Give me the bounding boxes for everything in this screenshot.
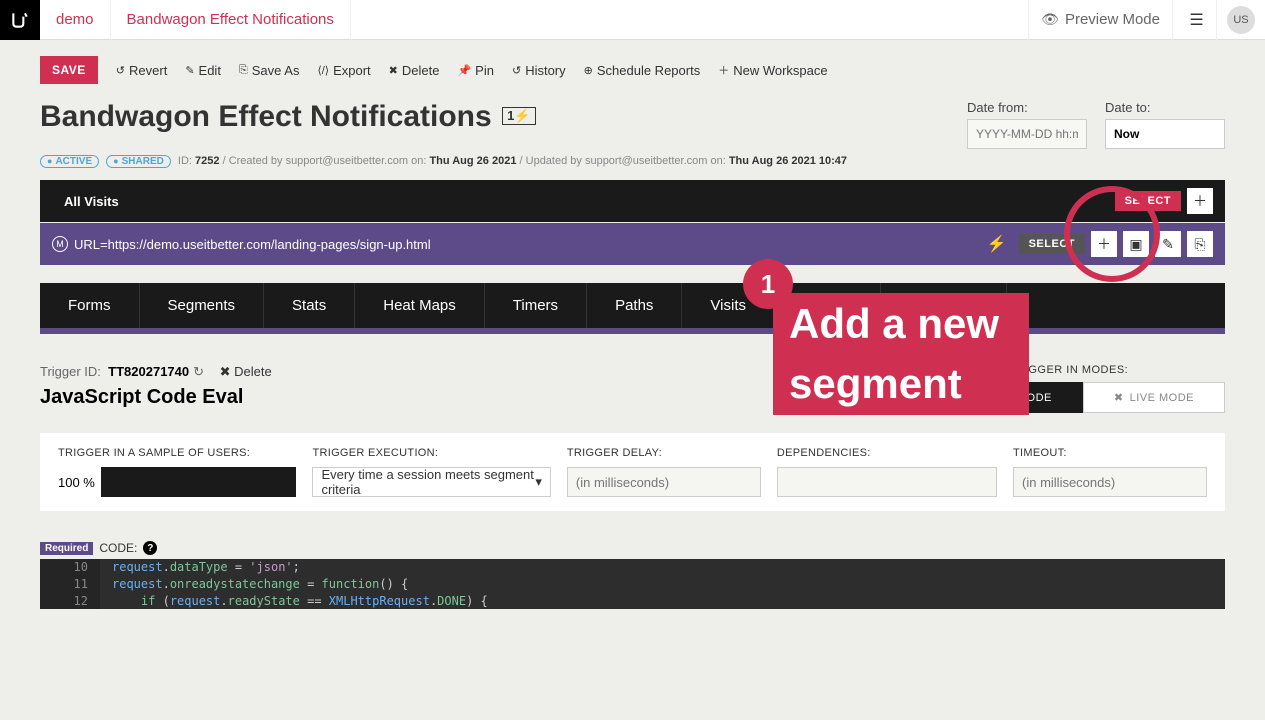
export-icon: ⟨/⟩: [317, 64, 329, 77]
trigger-title: JavaScript Code Eval: [40, 386, 272, 409]
revert-button[interactable]: ↺Revert: [116, 63, 168, 78]
plus-icon: ＋: [1193, 191, 1207, 211]
date-from-input[interactable]: [967, 119, 1087, 149]
revert-icon: ↺: [116, 64, 125, 77]
tab-timers[interactable]: Timers: [485, 283, 587, 328]
breadcrumb: demo Bandwagon Effect Notifications: [40, 0, 351, 40]
shared-badge: SHARED: [106, 155, 171, 168]
live-mode-button[interactable]: ✖LIVE MODE: [1083, 382, 1225, 413]
logo[interactable]: [0, 0, 40, 40]
schedule-button[interactable]: ⊕Schedule Reports: [584, 63, 701, 78]
tab-forms[interactable]: Forms: [40, 283, 140, 328]
date-from-label: Date from:: [967, 100, 1087, 115]
meta-row: ACTIVE SHARED ID: 7252 / Created by supp…: [0, 153, 1265, 180]
avatar[interactable]: US: [1227, 6, 1255, 34]
delete-icon: ✖: [389, 64, 398, 77]
title-badge: 1⚡: [502, 107, 535, 125]
funnel-button[interactable]: ▣: [1123, 231, 1149, 257]
code-editor[interactable]: 10request.dataType = 'json'; 11request.o…: [40, 559, 1225, 609]
close-icon: ✖: [220, 364, 231, 379]
preview-mode-indicator[interactable]: Preview Mode: [1028, 0, 1173, 40]
plus-icon: ＋: [718, 62, 729, 78]
tab-stats[interactable]: Stats: [264, 283, 355, 328]
copy-segment-button[interactable]: ⎘: [1187, 231, 1213, 257]
export-button[interactable]: ⟨/⟩Export: [317, 63, 370, 78]
segment-url: MURL=https://demo.useitbetter.com/landin…: [40, 223, 1225, 265]
edit-icon: ✎: [185, 64, 194, 77]
pin-icon: 📌: [457, 64, 471, 77]
pin-button[interactable]: 📌Pin: [457, 63, 494, 78]
timeout-label: TIMEOUT:: [1013, 447, 1207, 459]
segment-all-visits: All Visits SELECT ＋: [40, 180, 1225, 222]
page-title: Bandwagon Effect Notifications: [40, 100, 492, 133]
history-button[interactable]: ↺History: [512, 63, 566, 78]
close-icon: ✖: [1114, 391, 1124, 404]
edit-icon: ✎: [1162, 236, 1174, 253]
date-to-input[interactable]: [1105, 119, 1225, 149]
save-as-button[interactable]: ⎘Save As: [239, 63, 300, 78]
help-icon[interactable]: ?: [143, 541, 157, 555]
copy-icon: ⎘: [1194, 236, 1205, 253]
trigger-delete-button[interactable]: ✖ Delete: [220, 364, 272, 379]
reload-icon[interactable]: ↻: [193, 364, 204, 379]
required-badge: Required: [40, 542, 93, 555]
trigger-id: TT820271740: [108, 364, 189, 379]
breadcrumb-page[interactable]: Bandwagon Effect Notifications: [111, 0, 351, 40]
save-as-icon: ⎘: [239, 64, 248, 77]
timeout-input[interactable]: [1013, 467, 1207, 497]
delete-button[interactable]: ✖Delete: [389, 63, 440, 78]
add-segment-button[interactable]: ＋: [1091, 231, 1117, 257]
edit-segment-button[interactable]: ✎: [1155, 231, 1181, 257]
tab-heat-maps[interactable]: Heat Maps: [355, 283, 485, 328]
segment-select-button[interactable]: SELECT: [1115, 191, 1181, 211]
lightning-icon: ⚡: [987, 234, 1007, 254]
sample-slider[interactable]: [101, 467, 297, 497]
plus-icon: ＋: [1097, 234, 1111, 254]
save-button[interactable]: SAVE: [40, 56, 98, 84]
active-badge: ACTIVE: [40, 155, 99, 168]
delay-input[interactable]: [567, 467, 761, 497]
add-segment-button[interactable]: ＋: [1187, 188, 1213, 214]
date-to-label: Date to:: [1105, 100, 1225, 115]
edit-button[interactable]: ✎Edit: [185, 63, 221, 78]
eye-icon: [1041, 11, 1059, 28]
tab-segments[interactable]: Segments: [140, 283, 265, 328]
breadcrumb-demo[interactable]: demo: [40, 0, 111, 40]
code-label: CODE:: [99, 541, 137, 555]
deps-input[interactable]: [777, 467, 997, 497]
sample-value: 100 %: [58, 475, 95, 490]
clock-icon: ⊕: [584, 64, 593, 77]
deps-label: DEPENDENCIES:: [777, 447, 997, 459]
tab-paths[interactable]: Paths: [587, 283, 682, 328]
execution-label: TRIGGER EXECUTION:: [312, 447, 550, 459]
tabs: Forms Segments Stats Heat Maps Timers Pa…: [40, 283, 1225, 328]
chevron-down-icon: ▾: [535, 474, 542, 490]
segment-select-button[interactable]: SELECT: [1019, 234, 1085, 254]
funnel-icon: ▣: [1129, 236, 1142, 253]
sample-label: TRIGGER IN A SAMPLE OF USERS:: [58, 447, 296, 459]
execution-select[interactable]: Every time a session meets segment crite…: [312, 467, 550, 497]
menu-icon[interactable]: ☰: [1177, 0, 1217, 40]
new-workspace-button[interactable]: ＋New Workspace: [718, 62, 827, 78]
m-icon: M: [52, 236, 68, 252]
history-icon: ↺: [512, 64, 521, 77]
callout-box: Add a new segment: [773, 293, 1029, 415]
delay-label: TRIGGER DELAY:: [567, 447, 761, 459]
